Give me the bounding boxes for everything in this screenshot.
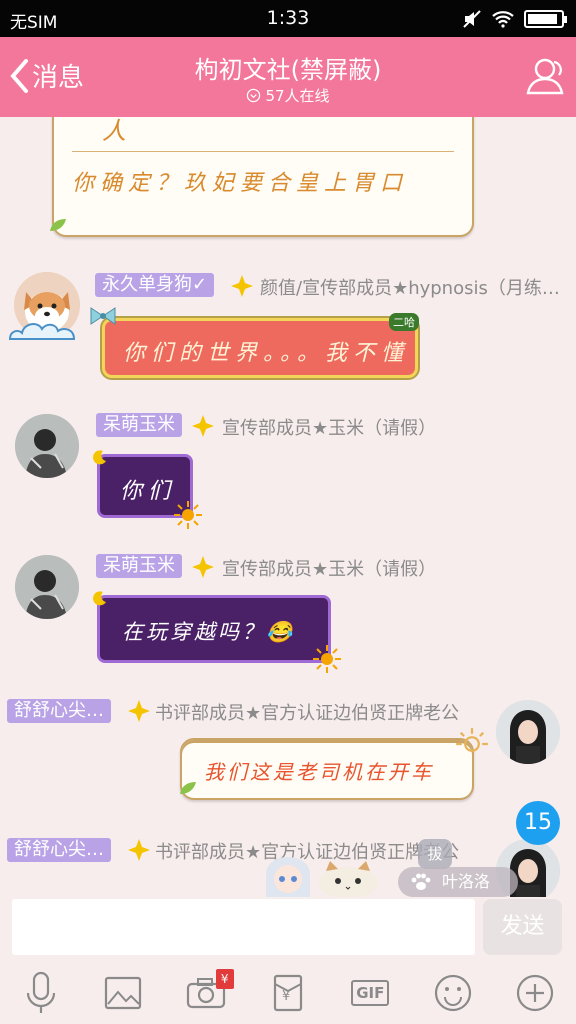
typing-indicator[interactable]: 叶洛洛 — [398, 867, 518, 897]
sender-role: 书评部成员★官方认证边伯贤正牌老公 — [155, 703, 460, 724]
star-icon — [192, 556, 214, 578]
online-count-text: 57人在线 — [265, 87, 330, 105]
leaf-icon — [180, 782, 196, 794]
star-icon — [128, 700, 150, 722]
girl-avatar-image — [496, 700, 560, 764]
star-icon — [192, 415, 214, 437]
sender-role: 宣传部成员★玉米（请假） — [222, 559, 437, 580]
sender-role: 颜值/宣传部成员★hypnosis（月练… — [260, 278, 560, 299]
microphone-icon — [27, 971, 56, 1013]
image-icon — [105, 976, 142, 1009]
composer: 发送 — [0, 897, 576, 961]
group-members-icon — [526, 58, 564, 95]
bow-icon — [90, 307, 116, 325]
message-text: 你确定？玖妃要合皇上胃口 — [72, 171, 409, 196]
partial-text: 人 — [102, 117, 132, 145]
typing-name: 叶洛洛 — [442, 872, 491, 891]
message-text: 我们这是老司机在开车 — [204, 760, 434, 784]
divider — [72, 151, 454, 152]
smiley-icon — [434, 974, 471, 1011]
emoji-button[interactable] — [431, 971, 475, 1015]
person-avatar-image — [15, 414, 79, 478]
anime-girl-sticker — [266, 857, 310, 897]
chat-toolbar: ¥ ¥ GIF — [0, 961, 576, 1024]
sender-name[interactable]: 呆萌玉米 — [96, 554, 182, 578]
message-bubble[interactable]: 我们这是老司机在开车 — [180, 738, 474, 800]
red-packet-badge: ¥ — [215, 968, 234, 989]
message-bubble[interactable]: 你们的世界。。。我不懂 二哈 — [102, 313, 419, 378]
star-icon — [231, 275, 253, 297]
group-members-button[interactable] — [522, 53, 568, 103]
chat-messages[interactable]: 人 你确定？玖妃要合皇上胃口 永久单身狗✓ 颜值/宣传部成员★hypnosis（… — [0, 117, 576, 897]
status-icons — [462, 9, 567, 29]
message-text: 你们 — [120, 479, 177, 504]
sender-name[interactable]: 呆萌玉米 — [96, 413, 182, 437]
moon-icon — [93, 591, 106, 606]
sender-name[interactable]: 舒舒心尖… — [7, 699, 111, 723]
gif-icon: GIF — [351, 979, 390, 1006]
image-button[interactable] — [101, 971, 145, 1015]
avatar[interactable] — [15, 414, 79, 478]
unread-count-badge[interactable]: 15 — [516, 801, 560, 845]
message-text: 在玩穿越吗？😂 — [122, 620, 296, 644]
sun-icon — [313, 645, 341, 673]
person-avatar-image — [15, 555, 79, 619]
status-bar: 无SIM 1:33 — [0, 0, 576, 37]
message-text: 你们的世界。。。我不懂 — [123, 341, 410, 366]
voice-button[interactable] — [19, 971, 63, 1015]
chat-header: 消息 枸初文社(禁屏蔽) 57人在线 — [0, 37, 576, 117]
avatar[interactable] — [496, 700, 560, 764]
cat-sticker — [318, 861, 378, 897]
message-bubble[interactable]: 人 你确定？玖妃要合皇上胃口 — [50, 117, 474, 237]
leaf-icon — [50, 219, 66, 231]
sun-icon — [174, 501, 202, 529]
mute-icon — [463, 10, 481, 28]
message-bubble[interactable]: 在玩穿越吗？😂 — [97, 595, 331, 663]
typing-badge: 拔 — [418, 839, 452, 869]
online-count: 57人在线 — [0, 85, 576, 106]
battery-icon — [524, 10, 567, 28]
chevron-down-circle-icon — [247, 88, 261, 103]
avatar[interactable] — [15, 555, 79, 619]
paw-icon — [411, 873, 431, 890]
camera-button[interactable]: ¥ — [184, 968, 234, 1015]
sun-icon — [456, 728, 488, 752]
wifi-icon — [492, 11, 514, 28]
sender-role: 宣传部成员★玉米（请假） — [222, 418, 437, 439]
more-button[interactable] — [513, 971, 557, 1015]
yuan-mark: ¥ — [281, 988, 291, 1004]
plus-circle-icon — [516, 974, 553, 1011]
send-button[interactable]: 发送 — [483, 899, 562, 955]
gif-button[interactable]: GIF — [348, 971, 392, 1015]
sender-name[interactable]: 舒舒心尖… — [7, 838, 111, 862]
group-title: 枸初文社(禁屏蔽) — [194, 56, 382, 84]
moon-icon — [93, 450, 106, 465]
bubble-tag: 二哈 — [389, 313, 419, 331]
wallet-button[interactable]: ¥ — [266, 971, 310, 1015]
message-input[interactable] — [12, 899, 475, 955]
sender-name[interactable]: 永久单身狗✓ — [95, 273, 215, 297]
star-icon — [128, 839, 150, 861]
